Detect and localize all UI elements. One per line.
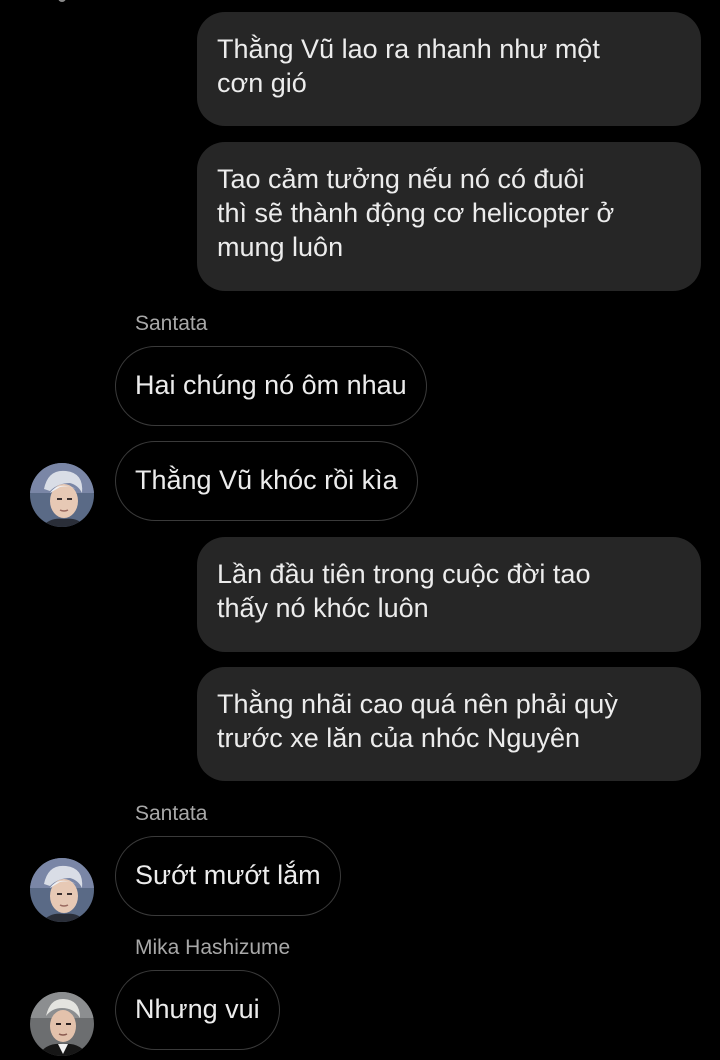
incoming-message[interactable]: Nhưng vui — [115, 970, 280, 1050]
message-text: Hai chúng nó ôm nhau — [135, 370, 407, 400]
profile-photo-icon[interactable] — [30, 463, 94, 527]
outgoing-message[interactable]: Thằng Vũ lao ra nhanh như một cơn gió — [197, 12, 701, 126]
message-line: Tao cảm tưởng nếu nó có đuôi — [217, 164, 585, 194]
message-line: thấy nó khóc luôn — [217, 593, 429, 623]
profile-photo-icon[interactable] — [30, 992, 94, 1056]
message-line: mung luôn — [217, 232, 344, 262]
outgoing-message[interactable]: Tao cảm tưởng nếu nó có đuôi thì sẽ thàn… — [197, 142, 701, 291]
outgoing-message[interactable]: Thằng nhãi cao quá nên phải quỳ trước xe… — [197, 667, 701, 781]
message-line: Thằng nhãi cao quá nên phải quỳ — [217, 689, 618, 719]
outgoing-message[interactable]: Lần đầu tiên trong cuộc đời tao thấy nó … — [197, 537, 701, 652]
profile-photo-icon[interactable] — [30, 858, 94, 922]
incoming-message[interactable]: Thằng Vũ khóc rồi kìa — [115, 441, 418, 521]
sender-name: Santata — [135, 802, 208, 825]
message-line: Lần đầu tiên trong cuộc đời tao — [217, 559, 591, 589]
message-line: thì sẽ thành động cơ helicopter ở — [217, 198, 615, 228]
top-avatar-fragment — [58, 0, 66, 2]
sender-name: Santata — [135, 312, 208, 335]
incoming-message[interactable]: Sướt mướt lắm — [115, 836, 341, 916]
message-text: Nhưng vui — [135, 994, 260, 1024]
message-line: trước xe lăn của nhóc Nguyên — [217, 723, 580, 753]
sender-name: Mika Hashizume — [135, 936, 291, 959]
incoming-message[interactable]: Hai chúng nó ôm nhau — [115, 346, 427, 426]
message-line: Thằng Vũ lao ra nhanh như một — [217, 34, 600, 64]
message-text: Thằng Vũ khóc rồi kìa — [135, 465, 398, 495]
message-line: cơn gió — [217, 68, 307, 98]
message-text: Sướt mướt lắm — [135, 860, 321, 890]
